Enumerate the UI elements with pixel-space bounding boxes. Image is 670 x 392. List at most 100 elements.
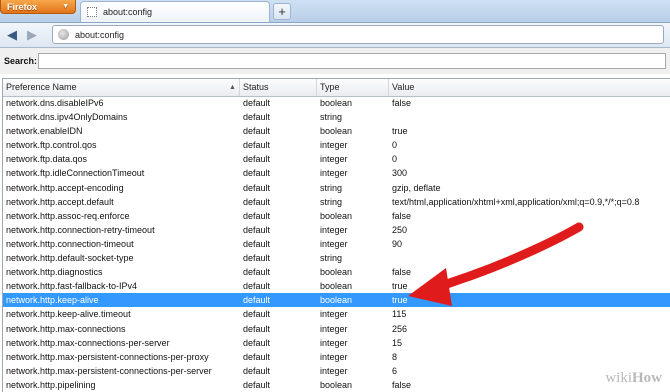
pref-type: integer [320,309,348,320]
firefox-menu-button[interactable]: Firefox ▼ [0,0,76,14]
pref-status: default [243,365,271,376]
pref-type: integer [320,337,348,348]
pref-status: default [243,281,271,292]
table-row[interactable]: network.enableIDN default boolean true [3,124,670,138]
pref-name: network.http.pipelining [6,379,96,390]
pref-name: network.http.max-connections [6,323,126,334]
search-input[interactable] [38,53,666,69]
pref-value: false [392,98,412,108]
pref-value: true [392,281,408,292]
pref-type: integer [320,224,348,235]
pref-value: 0 [392,154,398,165]
table-row[interactable]: network.http.pipelining default boolean fal… [3,378,670,392]
pref-status: default [243,126,271,137]
column-header-value[interactable]: Value [389,79,670,96]
table-row[interactable]: network.http.connection-timeout default in… [3,237,670,251]
pref-type: string [320,182,343,193]
pref-name: network.ftp.control.qos [6,140,97,151]
table-row[interactable]: network.http.diagnostics default boolean fa… [3,265,670,279]
pref-type: string [320,253,343,264]
search-row: Search: [0,48,670,74]
pref-type: integer [320,323,348,334]
globe-icon [58,29,69,40]
pref-status: default [243,323,271,334]
table-row[interactable]: network.http.max-connections-per-server d… [3,336,670,350]
table-row[interactable]: network.http.max-connections default integ… [3,322,670,336]
pref-status: default [243,253,271,264]
firefox-menu-label: Firefox [7,2,38,12]
sort-ascending-icon: ▲ [229,84,236,91]
table-row[interactable]: network.ftp.idleConnectionTimeout default… [3,166,670,180]
table-header: Preference Name ▲ Status Type Value [3,79,670,97]
pref-status: default [243,210,271,221]
pref-status: default [243,224,271,235]
pref-value: 250 [392,224,408,235]
back-button[interactable]: ◀ [4,27,20,43]
pref-name: network.http.default-socket-type [6,253,134,264]
table-row[interactable]: network.http.max-persistent-connections-… [3,364,670,378]
pref-name: network.http.connection-timeout [6,238,134,249]
table-row[interactable]: network.http.accept-encoding default strin… [3,181,670,195]
pref-type: string [320,112,343,123]
pref-value: text/html,application/xhtml+xml,applicat… [392,196,640,207]
column-header-name[interactable]: Preference Name [3,79,240,96]
pref-status: default [243,337,271,348]
table-row[interactable]: network.http.default-socket-type default s… [3,251,670,265]
pref-value: false [392,210,412,221]
pref-type: boolean [320,126,353,137]
pref-status: default [243,196,271,207]
pref-value: 15 [392,337,403,348]
table-row[interactable]: network.http.assoc-req.enforce default boo… [3,209,670,223]
pref-value: 256 [392,323,408,334]
table-row[interactable]: network.http.accept.default default string… [3,195,670,209]
pref-name: network.dns.disableIPv6 [6,98,104,108]
pref-type: boolean [320,379,353,390]
watermark-brand: wiki [605,370,632,386]
pref-name: network.http.max-persistent-connections-… [6,365,212,376]
pref-type: integer [320,351,348,362]
table-row[interactable]: network.http.max-persistent-connections-… [3,350,670,364]
url-bar[interactable]: about:config [52,25,664,44]
preferences-table: Preference Name ▲ Status Type Value netw… [2,78,670,392]
pref-value: 0 [392,140,398,151]
pref-type: integer [320,365,348,376]
watermark-brand-bold: How [632,370,662,386]
table-row[interactable]: network.http.fast-fallback-to-IPv4 defaul… [3,279,670,293]
pref-type: integer [320,140,348,151]
pref-status: default [243,238,271,249]
table-row[interactable]: network.dns.ipv4OnlyDomains default string [3,110,670,124]
column-header-type[interactable]: Type [317,79,389,96]
pref-status: default [243,309,271,320]
pref-status: default [243,140,271,151]
new-tab-button[interactable]: + [273,3,291,20]
pref-value: 8 [392,351,398,362]
chevron-down-icon: ▼ [62,3,69,10]
pref-name: network.dns.ipv4OnlyDomains [6,112,128,123]
pref-name: network.http.keep-alive [6,295,99,306]
pref-name: network.ftp.data.qos [6,154,88,165]
pref-name: network.http.fast-fallback-to-IPv4 [6,281,138,292]
table-row[interactable]: network.dns.disableIPv6 default boolean fal… [3,96,670,110]
table-row[interactable]: network.http.keep-alive default boolean tru… [3,293,670,308]
pref-name: network.http.max-persistent-connections-… [6,351,209,362]
pref-type: boolean [320,281,353,292]
pref-status: default [243,351,271,362]
url-text: about:config [75,30,125,40]
page-icon [87,7,97,17]
navigation-bar: ◀ ▶ about:config [0,23,670,48]
table-row[interactable]: network.ftp.data.qos default integer 0 [3,152,670,166]
column-header-status[interactable]: Status [240,79,317,96]
pref-type: boolean [320,98,353,108]
pref-status: default [243,182,271,193]
pref-type: boolean [320,295,353,306]
tab-title: about:config [103,7,153,17]
pref-type: integer [320,154,348,165]
forward-button[interactable]: ▶ [24,27,40,43]
pref-name: network.http.max-connections-per-server [6,337,170,348]
pref-name: network.http.assoc-req.enforce [6,210,130,221]
tab-about-config[interactable]: about:config [80,1,270,22]
table-row[interactable]: network.http.keep-alive.timeout default in… [3,307,670,321]
table-row[interactable]: network.ftp.control.qos default integer 0 [3,138,670,152]
pref-status: default [243,98,271,108]
table-row[interactable]: network.http.connection-retry-timeout def… [3,223,670,237]
